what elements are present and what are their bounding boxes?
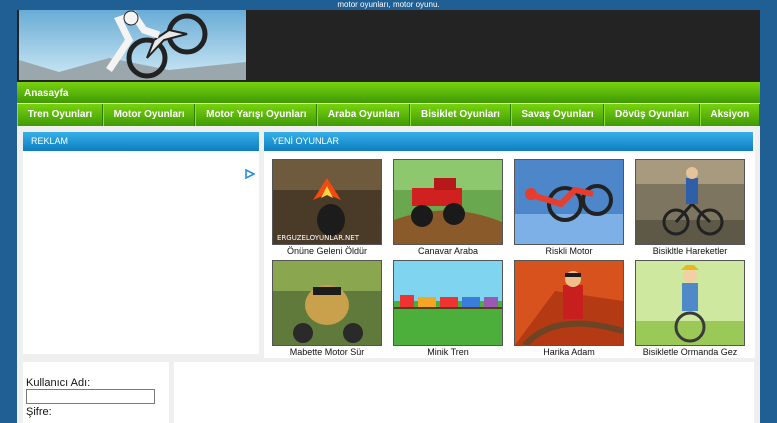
- game-title[interactable]: Önüne Geleni Öldür: [272, 246, 382, 256]
- game-title[interactable]: Bisikletle Ormanda Gez: [635, 347, 745, 357]
- game-thumbnail[interactable]: [393, 260, 503, 346]
- home-link[interactable]: Anasayfa: [24, 88, 68, 99]
- motocross-rider-icon: [19, 10, 246, 80]
- new-games-header: YENİ OYUNLAR: [264, 132, 753, 151]
- game-card[interactable]: Bisikletle Ormanda Gez: [635, 260, 745, 357]
- game-title[interactable]: Harika Adam: [514, 347, 624, 357]
- home-nav-bar: Anasayfa: [17, 82, 760, 103]
- category-dovus[interactable]: Dövüş Oyunları: [604, 104, 700, 126]
- category-motor[interactable]: Motor Oyunları: [102, 104, 196, 126]
- game-thumbnail[interactable]: [635, 260, 745, 346]
- game-thumbnail[interactable]: [514, 159, 624, 245]
- category-nav: Tren Oyunları Motor Oyunları Motor Yarış…: [17, 104, 760, 126]
- game-thumbnail[interactable]: [272, 260, 382, 346]
- category-bisiklet[interactable]: Bisiklet Oyunları: [410, 104, 511, 126]
- ad-panel: [23, 151, 259, 354]
- game-title[interactable]: Mabette Motor Sür: [272, 347, 382, 357]
- thumbnail-watermark: ERGUZELOYUNLAR.NET: [277, 234, 360, 242]
- site-logo[interactable]: [19, 10, 246, 80]
- site-tagline: motor oyunları, motor oyunu.: [337, 0, 440, 9]
- game-title[interactable]: Bisikltle Hareketler: [635, 246, 745, 256]
- category-savas[interactable]: Savaş Oyunları: [510, 104, 605, 126]
- page-container: Anasayfa Tren Oyunları Motor Oyunları Mo…: [17, 10, 760, 423]
- new-games-panel: YENİ OYUNLAR ERGUZELOYUNLAR.NET Önüne Ge…: [264, 132, 755, 358]
- game-title[interactable]: Riskli Motor: [514, 246, 624, 256]
- category-aksiyon[interactable]: Aksiyon: [699, 104, 760, 126]
- login-panel: Kullanıcı Adı: Şifre:: [23, 362, 169, 423]
- game-card[interactable]: Harika Adam: [514, 260, 624, 357]
- game-thumbnail[interactable]: [635, 159, 745, 245]
- adchoices-icon[interactable]: [245, 169, 255, 179]
- game-card[interactable]: Mabette Motor Sür: [272, 260, 382, 357]
- category-araba[interactable]: Araba Oyunları: [317, 104, 411, 126]
- game-card[interactable]: Canavar Araba: [393, 159, 503, 256]
- game-thumbnail[interactable]: [393, 159, 503, 245]
- password-label: Şifre:: [26, 406, 52, 418]
- game-thumbnail[interactable]: ERGUZELOYUNLAR.NET: [272, 159, 382, 245]
- game-thumbnail[interactable]: [514, 260, 624, 346]
- category-motor-yarisi[interactable]: Motor Yarışı Oyunları: [195, 104, 318, 126]
- category-tren[interactable]: Tren Oyunları: [17, 104, 103, 126]
- game-card[interactable]: Bisikltle Hareketler: [635, 159, 745, 256]
- username-input[interactable]: [26, 389, 155, 404]
- game-title[interactable]: Canavar Araba: [393, 246, 503, 256]
- ad-panel-header: REKLAM: [23, 132, 259, 151]
- content-area: [174, 362, 754, 423]
- username-label: Kullanıcı Adı:: [26, 377, 91, 389]
- game-card[interactable]: Riskli Motor: [514, 159, 624, 256]
- game-card[interactable]: ERGUZELOYUNLAR.NET Önüne Geleni Öldür: [272, 159, 382, 256]
- game-card[interactable]: Minik Tren: [393, 260, 503, 357]
- site-header: [17, 10, 760, 82]
- game-title[interactable]: Minik Tren: [393, 347, 503, 357]
